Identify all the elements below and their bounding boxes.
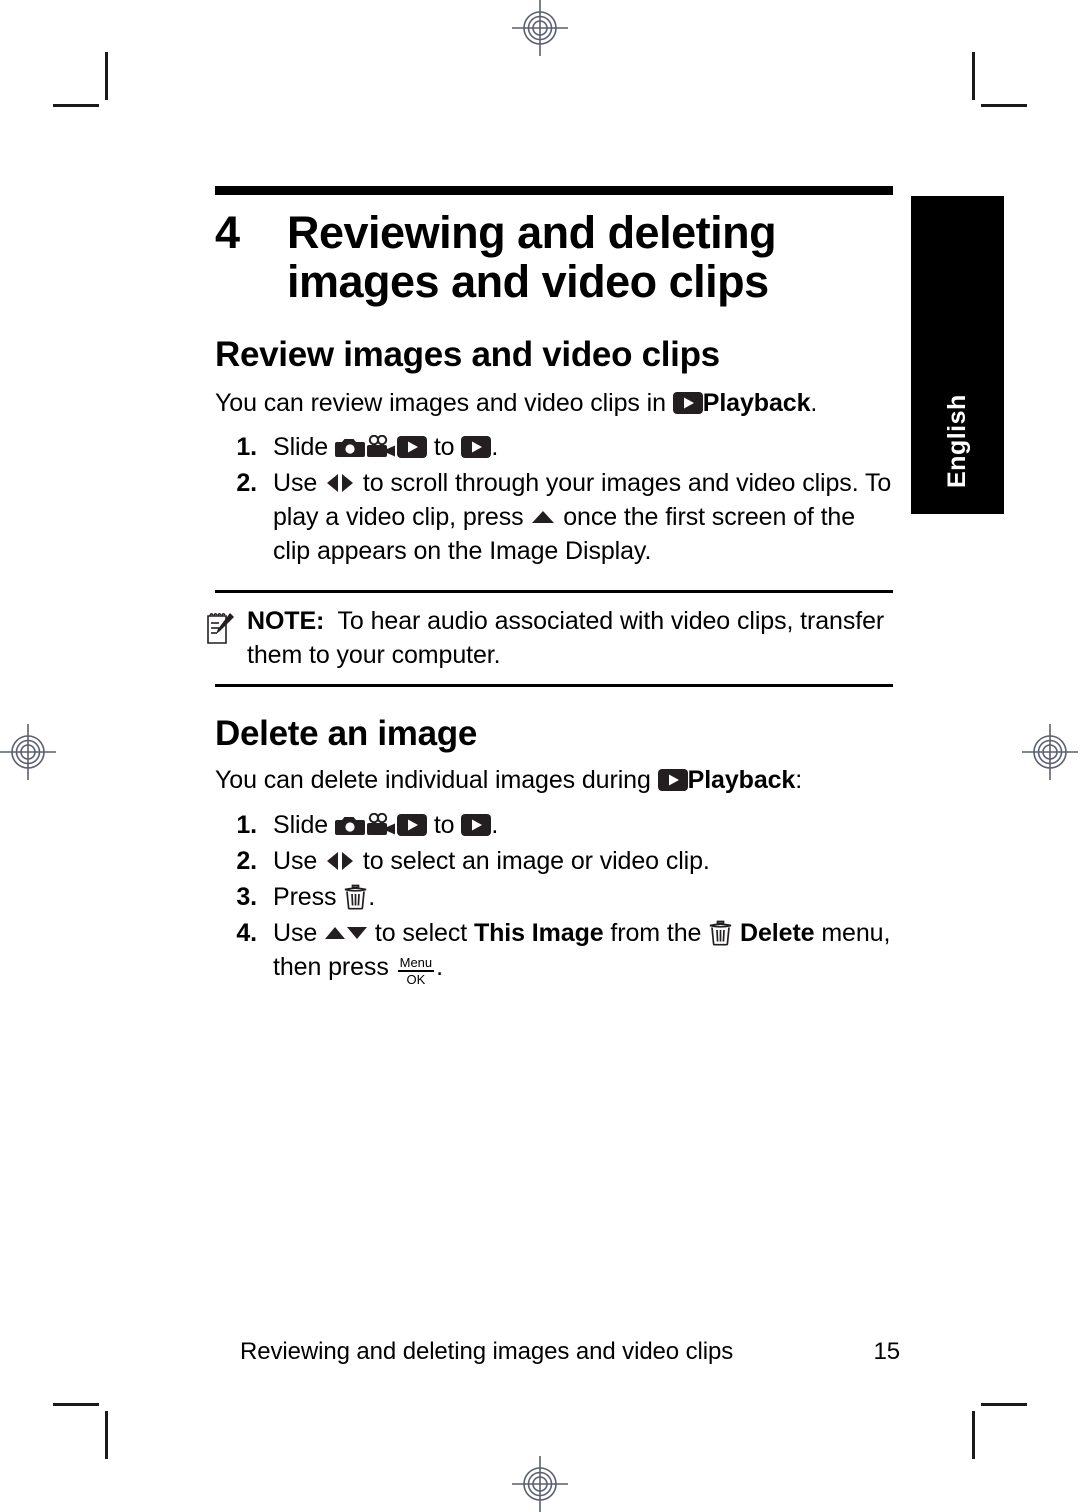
step-text-a: Use: [273, 469, 318, 498]
review-intro-text-after: .: [810, 388, 818, 417]
language-side-tab: English: [911, 196, 1004, 514]
menu-ok-top-label: Menu: [397, 954, 435, 972]
registration-mark-bottom: [512, 1456, 568, 1512]
step-text-a: Press: [273, 882, 337, 911]
footer-title: Reviewing and deleting images and video …: [240, 1338, 734, 1365]
delete-intro-text-before: You can delete individual images during: [215, 765, 651, 794]
note-icon-wrapper: [203, 605, 247, 647]
video-camera-icon: [365, 812, 397, 837]
language-side-tab-label: English: [943, 394, 971, 488]
review-intro-playback-label: Playback: [702, 388, 811, 417]
playback-icon: [461, 813, 492, 836]
footer-page-number: 15: [873, 1338, 901, 1365]
trash-delete-icon: [708, 919, 733, 947]
playback-icon: [672, 391, 703, 414]
note-label: NOTE:: [247, 607, 325, 636]
list-item: 3. Press .: [215, 880, 895, 914]
list-item: 2. Use to scroll through your images and…: [215, 466, 895, 568]
note-block: NOTE: To hear audio associated with vide…: [207, 590, 895, 688]
step-text-e: .: [436, 952, 443, 981]
list-item: 2. Use to select an image or video clip.: [215, 844, 895, 878]
step-text-a: Use: [273, 846, 318, 875]
note-rule-bottom: [215, 684, 893, 688]
video-camera-icon: [365, 435, 397, 459]
page-title: 4 Reviewing and deleting images and vide…: [215, 207, 895, 307]
chapter-number: 4: [215, 207, 240, 258]
crop-mark-top-right-horizontal: [981, 104, 1027, 107]
crop-mark-top-right-vertical: [972, 52, 975, 100]
manual-page: English 4 Reviewing and deleting images …: [0, 0, 1080, 1512]
chapter-title-text: Reviewing and deleting images and video …: [287, 207, 777, 307]
step-text-c: .: [491, 810, 499, 839]
step-number: 3.: [236, 882, 257, 911]
delete-steps-list: 1. Slide to . 2. Use to select an image …: [215, 808, 895, 986]
playback-icon: [461, 436, 492, 459]
section-heading-delete: Delete an image: [215, 714, 477, 754]
step-text-b: to select an image or video clip.: [362, 846, 710, 875]
crop-mark-bottom-left-horizontal: [53, 1403, 99, 1406]
step-text-c: from the: [610, 918, 702, 947]
delete-intro-playback-label: Playback: [687, 765, 796, 794]
step-number: 1.: [236, 433, 257, 462]
registration-mark-right: [1022, 724, 1078, 780]
step-number: 4.: [236, 918, 257, 947]
trash-delete-icon: [343, 883, 368, 911]
crop-mark-top-left-horizontal: [53, 104, 99, 107]
registration-mark-top: [512, 0, 568, 56]
page-content: 4 Reviewing and deleting images and vide…: [207, 186, 895, 988]
chapter-rule: [215, 186, 893, 195]
notepad-pencil-icon: [203, 609, 239, 647]
step-bold-this-image: This Image: [473, 918, 604, 947]
camera-icon: [334, 814, 365, 836]
menu-ok-button-icon: Menu OK: [397, 954, 435, 987]
step-number: 2.: [236, 846, 257, 875]
crop-mark-bottom-right-horizontal: [981, 1403, 1027, 1406]
playback-icon: [396, 813, 427, 836]
registration-mark-left: [0, 724, 56, 780]
left-right-arrows-icon: [324, 471, 356, 495]
up-arrow-icon: [530, 508, 556, 526]
review-intro-text-before: You can review images and video clips in: [215, 388, 666, 417]
crop-mark-bottom-left-vertical: [105, 1411, 108, 1459]
review-intro-paragraph: You can review images and video clips in…: [215, 387, 895, 421]
step-number: 2.: [236, 469, 257, 498]
step-text-c: .: [491, 433, 499, 462]
delete-intro-text-after: :: [795, 765, 803, 794]
list-item: 1. Slide to .: [215, 808, 895, 842]
step-text-b: to: [433, 433, 455, 462]
note-message: To hear audio associated with video clip…: [247, 607, 885, 669]
camera-icon: [334, 436, 365, 458]
step-text-a: Slide: [273, 810, 329, 839]
step-text-b: .: [368, 882, 376, 911]
crop-mark-bottom-right-vertical: [972, 1411, 975, 1459]
note-body: NOTE: To hear audio associated with vide…: [203, 593, 895, 684]
playback-icon: [396, 436, 427, 459]
note-text: NOTE: To hear audio associated with vide…: [247, 605, 895, 672]
delete-intro-paragraph: You can delete individual images during …: [215, 764, 895, 798]
step-text-a: Use: [273, 918, 318, 947]
playback-icon: [657, 768, 688, 791]
list-item: 4. Use to select This Image from the Del…: [215, 916, 895, 986]
step-number: 1.: [236, 810, 257, 839]
step-text-b: to select: [374, 918, 468, 947]
step-text-a: Slide: [273, 433, 329, 462]
page-footer: Reviewing and deleting images and video …: [240, 1338, 900, 1366]
menu-ok-bottom-label: OK: [406, 971, 426, 987]
left-right-arrows-icon: [324, 849, 356, 873]
review-steps-list: 1. Slide to . 2. Use to scroll through y…: [215, 430, 895, 568]
list-item: 1. Slide to .: [215, 430, 895, 464]
section-heading-review: Review images and video clips: [215, 335, 720, 375]
step-text-b: to: [433, 810, 455, 839]
step-bold-delete: Delete: [740, 918, 815, 947]
up-down-arrows-icon: [324, 923, 368, 943]
crop-mark-top-left-vertical: [105, 52, 108, 100]
